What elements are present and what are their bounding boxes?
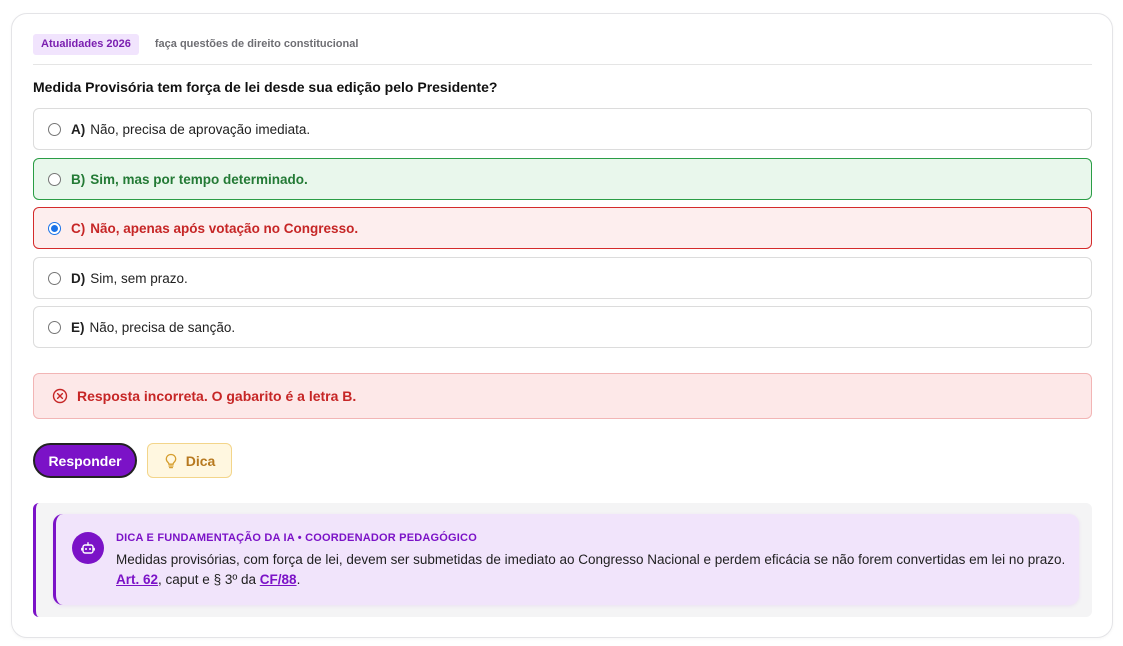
category-tag[interactable]: Atualidades 2026 xyxy=(33,34,139,55)
question-text: Medida Provisória tem força de lei desde… xyxy=(33,79,498,95)
question-card: Atualidades 2026 faça questões de direit… xyxy=(11,13,1113,638)
hint-button-label: Dica xyxy=(185,452,216,469)
option-d-radio[interactable] xyxy=(48,271,61,285)
option-a-letter: A) xyxy=(71,121,86,137)
option-d-text: Sim, sem prazo. xyxy=(90,270,188,286)
ai-hint-box: DICA E FUNDAMENTAÇÃO DA IA • COORDENADOR… xyxy=(53,514,1079,605)
ai-hint-panel: DICA E FUNDAMENTAÇÃO DA IA • COORDENADOR… xyxy=(33,503,1092,617)
ai-hint-text-part2: , caput e § 3º da xyxy=(158,572,260,587)
option-a-text: Não, precisa de aprovação imediata. xyxy=(90,121,311,137)
respond-button[interactable]: Responder xyxy=(33,443,137,478)
feedback-text: Resposta incorreta. O gabarito é a letra… xyxy=(77,388,357,404)
option-b-letter: B) xyxy=(71,171,86,187)
ai-hint-title: DICA E FUNDAMENTAÇÃO DA IA • COORDENADOR… xyxy=(116,532,477,544)
option-e-text: Não, precisa de sanção. xyxy=(89,319,236,335)
option-c-text: Não, apenas após votação no Congresso. xyxy=(90,220,359,236)
question-header: Atualidades 2026 faça questões de direit… xyxy=(33,34,1092,65)
header-subtitle: faça questões de direito constitucional xyxy=(154,38,359,50)
ai-hint-text: Medidas provisórias, com força de lei, d… xyxy=(116,550,1066,590)
option-e-letter: E) xyxy=(71,319,85,335)
ai-hint-text-part1: Medidas provisórias, com força de lei, d… xyxy=(116,552,1066,567)
option-b-radio[interactable] xyxy=(48,172,61,186)
constitution-link[interactable]: CF/88 xyxy=(260,572,297,587)
option-e-radio[interactable] xyxy=(48,320,61,334)
option-b[interactable]: B) Sim, mas por tempo determinado. xyxy=(33,158,1092,200)
x-circle-icon xyxy=(52,388,68,404)
ai-hint-text-part3: . xyxy=(296,572,301,587)
feedback-banner: Resposta incorreta. O gabarito é a letra… xyxy=(33,373,1092,419)
article-link[interactable]: Art. 62 xyxy=(116,572,158,587)
option-b-text: Sim, mas por tempo determinado. xyxy=(90,171,308,187)
lightbulb-icon xyxy=(165,453,177,468)
option-a-radio[interactable] xyxy=(48,122,61,136)
option-d-letter: D) xyxy=(71,270,86,286)
option-e[interactable]: E) Não, precisa de sanção. xyxy=(33,306,1092,348)
option-c-radio[interactable] xyxy=(48,221,61,235)
option-d[interactable]: D) Sim, sem prazo. xyxy=(33,257,1092,299)
option-a[interactable]: A) Não, precisa de aprovação imediata. xyxy=(33,108,1092,150)
robot-icon xyxy=(72,532,104,564)
option-c-letter: C) xyxy=(71,220,86,236)
hint-button[interactable]: Dica xyxy=(147,443,232,478)
option-c[interactable]: C) Não, apenas após votação no Congresso… xyxy=(33,207,1092,249)
